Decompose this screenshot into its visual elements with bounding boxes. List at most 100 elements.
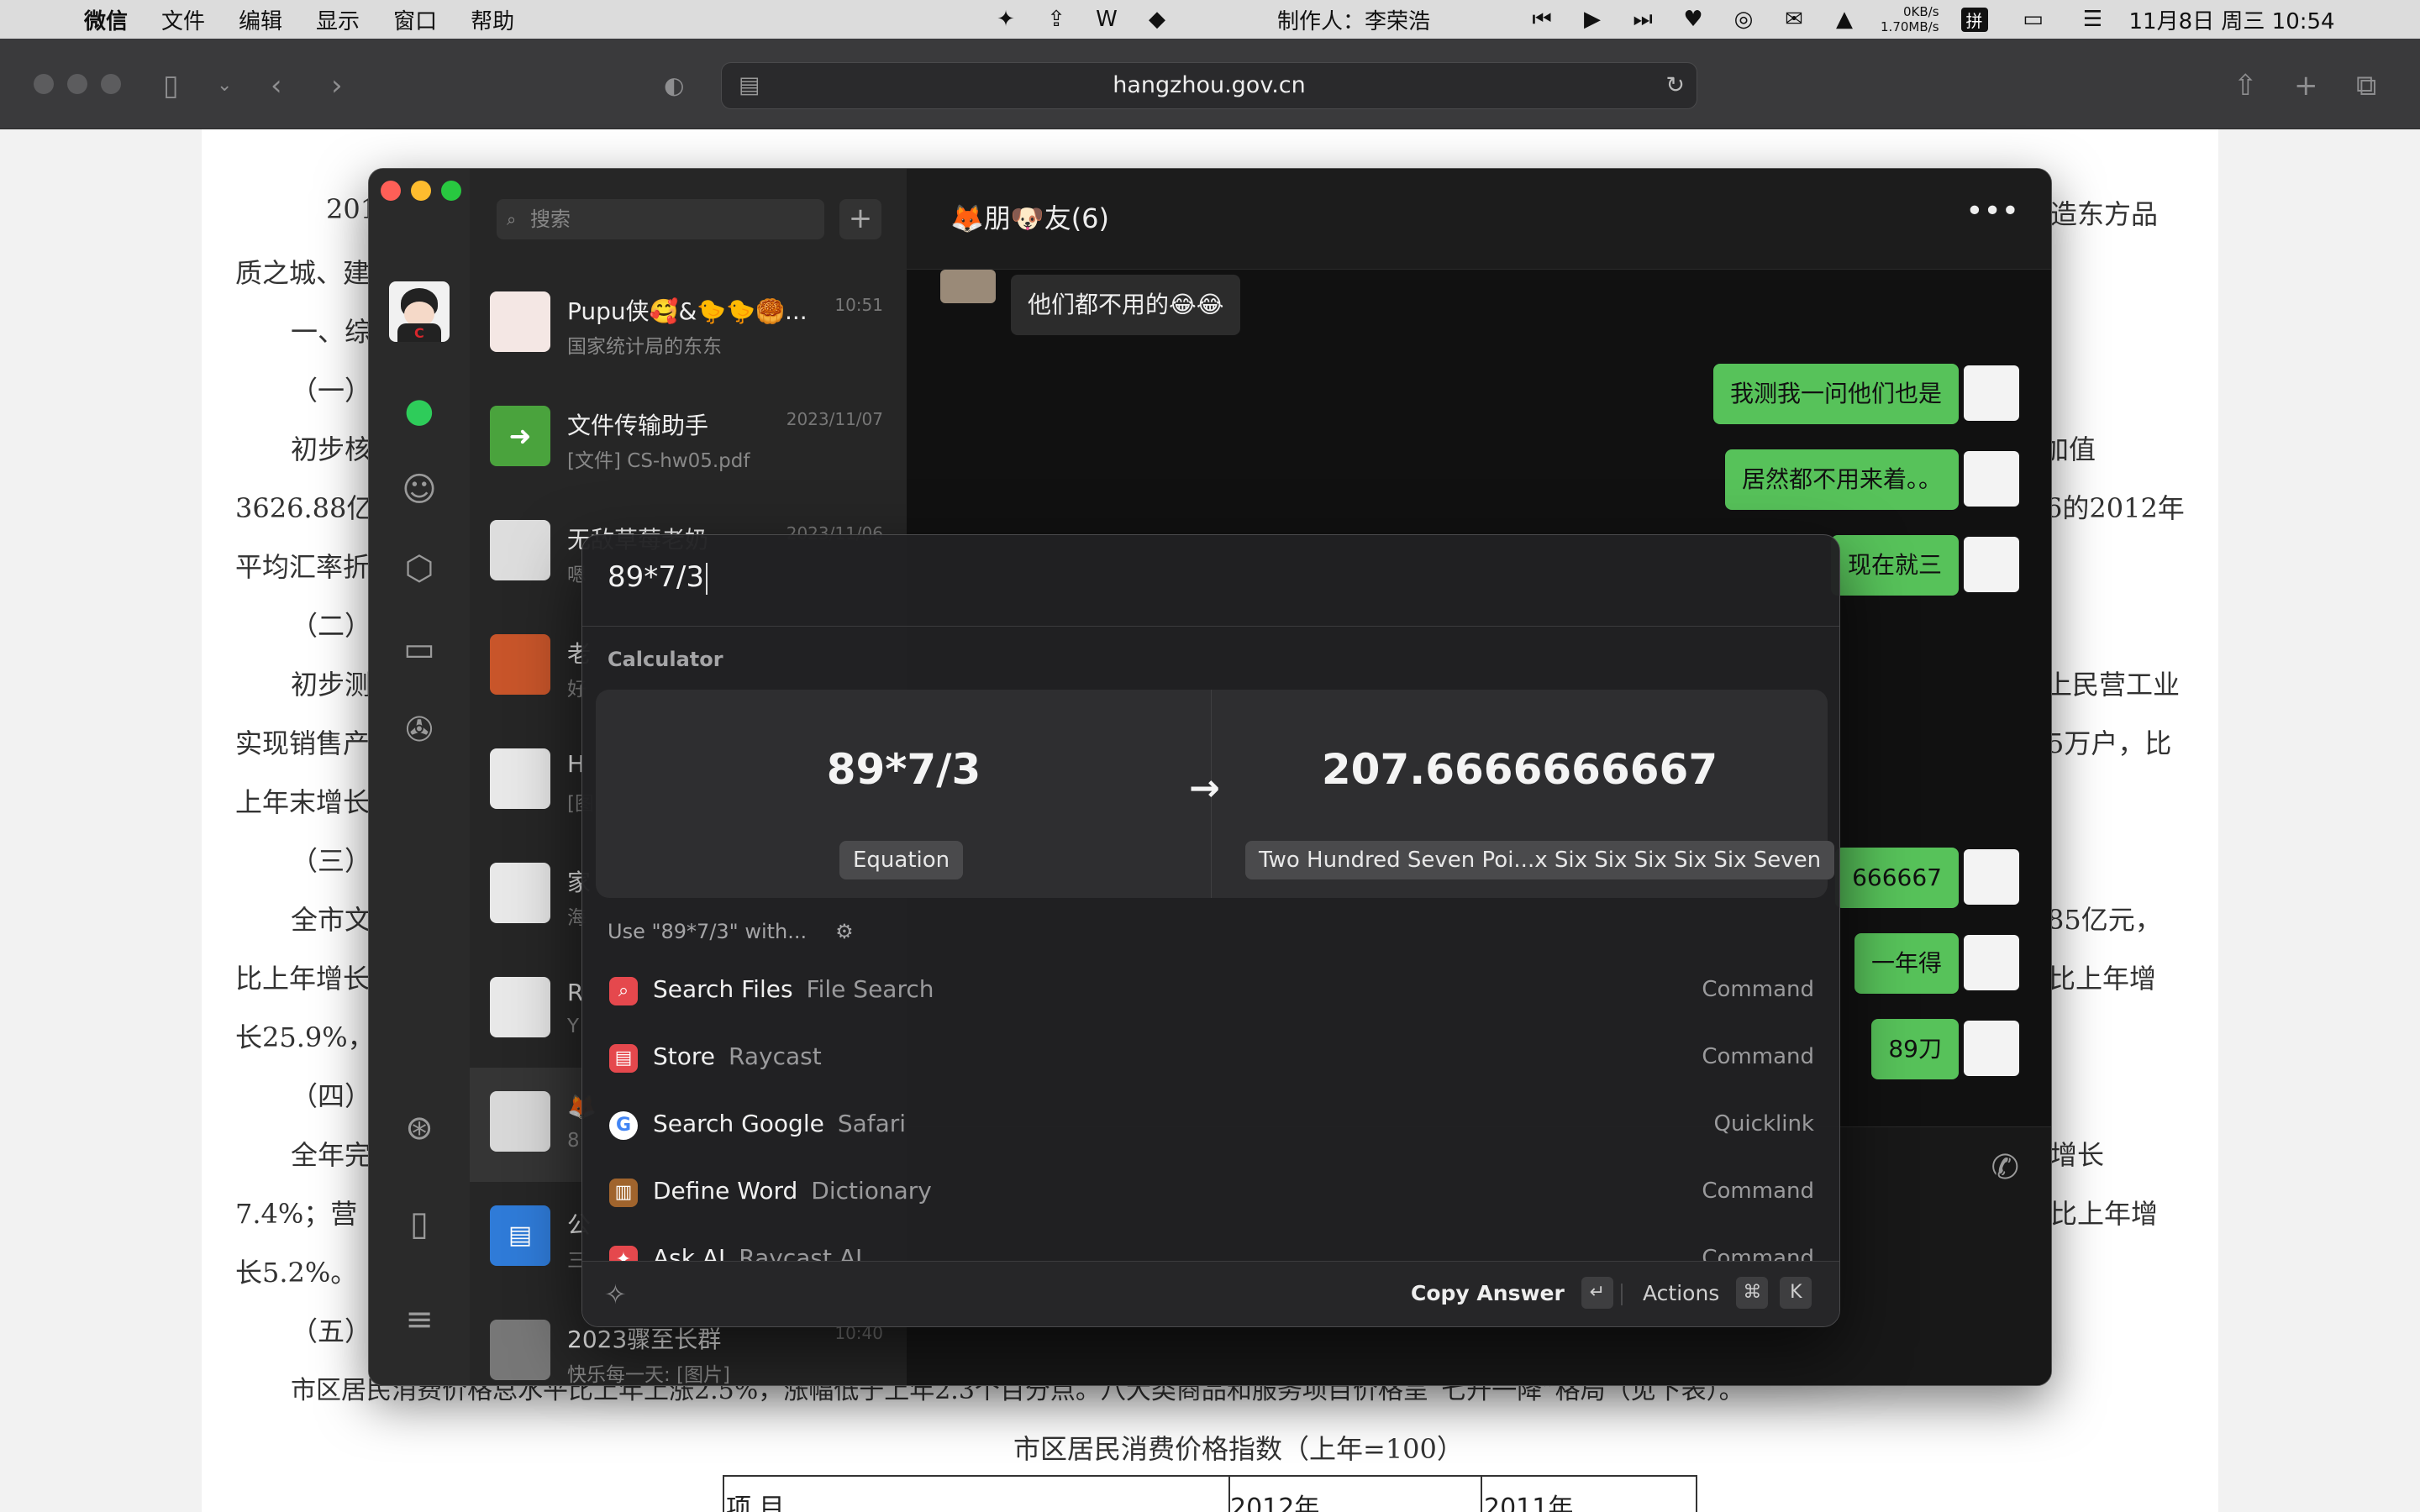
conversation-avatar: [490, 1091, 550, 1152]
new-chat-button[interactable]: +: [839, 199, 881, 239]
heart-icon[interactable]: ♥: [1679, 7, 1707, 32]
calculator-result[interactable]: 89*7/3 Equation → 207.6666666667 Two Hun…: [596, 690, 1835, 898]
result-ask-ai[interactable]: ✦ Ask AI Raycast AI Command: [596, 1226, 1828, 1263]
cat-icon[interactable]: ▲: [1830, 7, 1859, 32]
back-icon[interactable]: ‹: [271, 69, 282, 102]
menu-window[interactable]: 窗口: [393, 4, 437, 35]
conversation-time: 10:51: [834, 295, 883, 315]
result-search-files[interactable]: ⌕ Search Files File Search Command: [596, 957, 1828, 1024]
previous-track-icon[interactable]: ⏮: [1528, 7, 1556, 32]
wechat-search-input[interactable]: ⌕ 搜索: [497, 199, 824, 239]
result-define-word[interactable]: ▥ Define Word Dictionary Command: [596, 1158, 1828, 1226]
gear-icon[interactable]: ⚙: [835, 920, 854, 943]
chevron-down-icon[interactable]: ⌄: [217, 69, 232, 102]
my-avatar: [1964, 935, 2019, 990]
input-method-badge[interactable]: 拼: [1960, 7, 1988, 32]
chat-icon[interactable]: ●: [399, 391, 439, 431]
divider: [582, 626, 1839, 627]
menu-view[interactable]: 显示: [316, 4, 360, 35]
tab-overview-icon[interactable]: ⧉: [2356, 69, 2376, 102]
doc-line: 比上年增: [2050, 1198, 2159, 1230]
new-tab-icon[interactable]: +: [2294, 69, 2318, 102]
text-caret: [705, 562, 708, 595]
wechat-minimize-button[interactable]: [411, 181, 431, 201]
menu-file[interactable]: 文件: [161, 4, 205, 35]
tool-icon[interactable]: ✦: [992, 7, 1020, 32]
doc-line: 长5.2%。: [235, 1257, 358, 1289]
message-bubble-in[interactable]: 他们都不用的😂😂: [1011, 275, 1241, 335]
conversation-item[interactable]: ➜ 文件传输助手 [文件] CS-hw05.pdf 2023/11/07: [470, 382, 907, 496]
result-kind: Command: [1702, 1179, 1814, 1204]
doc-line: 质之城、建: [235, 257, 371, 289]
doc-line: 长25.9%，: [235, 1021, 375, 1053]
wechat-zoom-button[interactable]: [441, 181, 461, 201]
address-bar[interactable]: ▤ hangzhou.gov.cn ↻: [721, 62, 1697, 109]
window-close-button[interactable]: [34, 74, 54, 94]
menu-icon[interactable]: ≡: [399, 1299, 439, 1340]
more-icon[interactable]: •••: [1965, 194, 2019, 228]
result-search-google[interactable]: G Search Google Safari Quicklink: [596, 1091, 1828, 1158]
message-bubble-out[interactable]: 居然都不用来着。。: [1724, 449, 1959, 510]
result-kind: Quicklink: [1713, 1111, 1814, 1137]
raycast-search-input[interactable]: 89*7/3: [608, 560, 708, 595]
now-playing-author[interactable]: 制作人：李荣浩: [1277, 4, 1430, 35]
my-avatar: [1964, 1021, 2019, 1076]
sidebar-toggle-icon[interactable]: ▯: [163, 69, 179, 102]
wechat-sidebar: C ● ☺ ⬡ ▭ ✇ ⊛ ▯ ≡: [369, 169, 470, 1385]
result-store[interactable]: ▤ Store Raycast Command: [596, 1024, 1828, 1091]
doc-line: 3626.88亿: [235, 492, 374, 524]
url-text: hangzhou.gov.cn: [1113, 72, 1306, 98]
doc-line: 初步测: [291, 669, 372, 701]
message-bubble-out[interactable]: 89刀: [1871, 1019, 1959, 1079]
window-zoom-button[interactable]: [101, 74, 121, 94]
wps-icon[interactable]: W: [1092, 7, 1121, 32]
menu-app-name[interactable]: 微信: [84, 4, 128, 35]
upload-icon[interactable]: ⇪: [1042, 7, 1071, 32]
result-title: Search Files: [653, 975, 793, 1003]
doc-line: （二）: [291, 610, 372, 642]
mini-program-icon[interactable]: ⊛: [399, 1108, 439, 1148]
privacy-shield-icon[interactable]: ◐: [664, 69, 684, 102]
favorites-icon[interactable]: ⬡: [399, 549, 439, 589]
raycast-footer: ✧ Copy Answer ↵ Actions ⌘ K: [582, 1261, 1839, 1326]
share-icon[interactable]: ⇧: [2233, 69, 2258, 102]
conversation-name: Pupu侠🥰&🐤🐤🥮...: [567, 297, 808, 325]
video-call-icon[interactable]: ✆: [1991, 1148, 2019, 1187]
avatar[interactable]: C: [389, 281, 450, 342]
wechat-tray-icon[interactable]: ✉: [1780, 7, 1808, 32]
actions-button[interactable]: Actions ⌘ K: [1643, 1277, 1812, 1309]
folder-icon[interactable]: ▭: [399, 629, 439, 669]
message-bubble-out[interactable]: 666667: [1835, 848, 1959, 908]
copy-answer-button[interactable]: Copy Answer ↵: [1411, 1277, 1613, 1309]
netease-music-icon[interactable]: ◎: [1729, 7, 1758, 32]
phone-icon[interactable]: ▯: [399, 1204, 439, 1244]
moments-icon[interactable]: ✇: [399, 710, 439, 750]
table-header-item: 项 目: [726, 1494, 785, 1512]
play-icon[interactable]: ▶: [1578, 7, 1607, 32]
next-track-icon[interactable]: ⏭: [1628, 7, 1657, 32]
forward-icon[interactable]: ›: [331, 69, 343, 102]
contacts-icon[interactable]: ☺: [399, 470, 439, 510]
doc-line: （一）: [291, 375, 372, 407]
datetime[interactable]: 11月8日 周三 10:54: [2129, 4, 2335, 35]
doc-line: 85亿元，: [2047, 904, 2162, 936]
conversation-avatar: [490, 291, 550, 352]
control-center-icon[interactable]: ☰: [2079, 7, 2107, 32]
reload-icon[interactable]: ↻: [1665, 63, 1685, 108]
menu-edit[interactable]: 编辑: [239, 4, 282, 35]
wechat-close-button[interactable]: [381, 181, 401, 201]
menu-help[interactable]: 帮助: [471, 4, 514, 35]
message-bubble-out[interactable]: 一年得: [1854, 933, 1959, 994]
battery-icon[interactable]: ▭: [2010, 7, 2057, 32]
google-icon: G: [609, 1111, 638, 1140]
doc-line: 造东方品: [2050, 198, 2159, 230]
raycast-logo-icon[interactable]: ✧: [604, 1278, 627, 1310]
conversation-avatar: [490, 634, 550, 695]
window-minimize-button[interactable]: [67, 74, 87, 94]
message-bubble-out[interactable]: 现在就三: [1830, 535, 1959, 596]
message-bubble-out[interactable]: 我测我一问他们也是: [1712, 364, 1959, 424]
enter-key: ↵: [1581, 1277, 1613, 1309]
cursor-app-icon[interactable]: ◆: [1143, 7, 1171, 32]
conversation-item[interactable]: Pupu侠🥰&🐤🐤🥮... 国家统计局的东东 10:51: [470, 268, 907, 382]
doc-line: 上年末增长: [235, 786, 371, 818]
